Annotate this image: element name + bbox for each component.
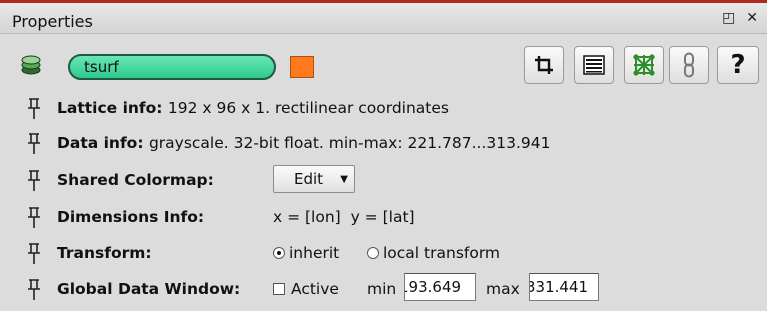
network-graph-icon	[633, 54, 655, 76]
active-checkbox[interactable]: Active	[273, 280, 339, 298]
crop-button[interactable]	[524, 46, 564, 84]
list-panel-icon	[583, 55, 605, 75]
properties-window: Properties ◰ ✕ tsurf ? Lattice info: 192…	[0, 0, 767, 311]
transform-label: Transform:	[57, 244, 152, 262]
link-icon	[684, 52, 694, 78]
local-transform-radio[interactable]: local transform	[367, 244, 500, 262]
shared-colormap-row: Shared Colormap: Edit ▼	[0, 164, 767, 196]
transform-row: Transform: inherit local transform	[0, 237, 767, 269]
layer-name-field[interactable]: tsurf	[68, 54, 276, 80]
data-info-label: Data info: grayscale. 32-bit float. min-…	[57, 134, 551, 152]
dropdown-arrow-icon: ▼	[340, 174, 348, 185]
layer-header: tsurf ?	[0, 46, 767, 86]
min-label: min	[367, 280, 397, 298]
global-data-window-row: Global Data Window: Active min 193.649 m…	[0, 273, 767, 305]
help-button[interactable]: ?	[717, 46, 759, 84]
shared-colormap-label: Shared Colormap:	[57, 171, 214, 189]
dimensions-info-label: Dimensions Info:	[57, 208, 205, 226]
max-value-field[interactable]: 331.441	[529, 273, 599, 301]
radio-unselected-icon	[367, 247, 379, 259]
pin-icon[interactable]	[26, 170, 42, 192]
data-info-row: Data info: grayscale. 32-bit float. min-…	[0, 127, 767, 159]
layer-color-swatch[interactable]	[290, 56, 314, 78]
help-icon: ?	[730, 50, 746, 80]
dimensions-info-value: x = [lon] y = [lat]	[273, 208, 415, 226]
network-graph-button[interactable]	[624, 46, 664, 84]
list-panel-button[interactable]	[574, 46, 614, 84]
pin-icon[interactable]	[26, 279, 42, 301]
pin-icon[interactable]	[26, 243, 42, 265]
min-value-field[interactable]: 193.649	[404, 273, 476, 301]
pin-icon[interactable]	[26, 207, 42, 229]
crop-icon	[535, 56, 553, 74]
title-bar: Properties ◰ ✕	[0, 0, 767, 34]
window-controls[interactable]: ◰ ✕	[722, 10, 761, 26]
inherit-radio[interactable]: inherit	[273, 244, 339, 262]
window-title: Properties	[12, 12, 93, 31]
dimensions-info-row: Dimensions Info: x = [lon] y = [lat]	[0, 201, 767, 233]
checkbox-icon	[273, 283, 285, 295]
global-data-window-label: Global Data Window:	[57, 280, 241, 298]
layer-stack-icon	[21, 55, 41, 75]
data-info-value: grayscale. 32-bit float. min-max: 221.78…	[148, 134, 551, 152]
pin-icon[interactable]	[26, 133, 42, 155]
lattice-info-value: 192 x 96 x 1. rectilinear coordinates	[167, 99, 449, 117]
lattice-info-label: Lattice info: 192 x 96 x 1. rectilinear …	[57, 99, 449, 117]
max-label: max	[486, 280, 520, 298]
link-button[interactable]	[669, 46, 709, 84]
radio-selected-icon	[273, 247, 285, 259]
colormap-edit-button[interactable]: Edit ▼	[273, 165, 355, 193]
pin-icon[interactable]	[26, 98, 42, 120]
lattice-info-row: Lattice info: 192 x 96 x 1. rectilinear …	[0, 92, 767, 124]
